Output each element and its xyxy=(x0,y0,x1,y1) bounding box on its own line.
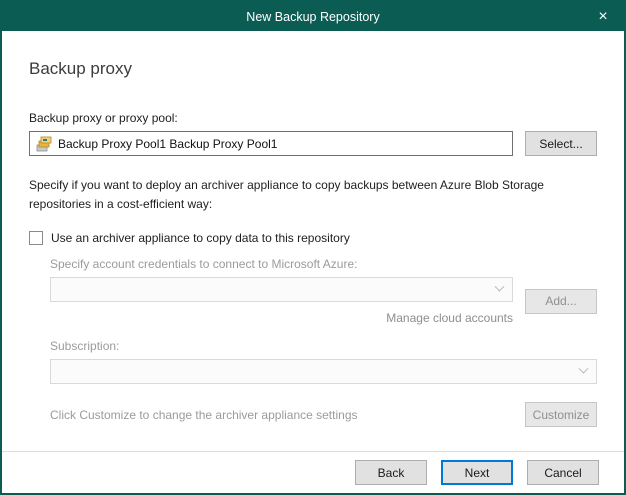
new-backup-repository-dialog: New Backup Repository × Backup proxy Bac… xyxy=(0,0,626,495)
customize-row: Click Customize to change the archiver a… xyxy=(50,402,597,427)
archiver-checkbox-row[interactable]: Use an archiver appliance to copy data t… xyxy=(29,231,597,245)
archiver-checkbox[interactable] xyxy=(29,231,43,245)
proxy-pool-label: Backup proxy or proxy pool: xyxy=(29,111,597,125)
window-title: New Backup Repository xyxy=(246,10,379,24)
subscription-dropdown[interactable] xyxy=(50,359,597,384)
customize-hint: Click Customize to change the archiver a… xyxy=(50,408,358,422)
credentials-row: Manage cloud accounts Add... xyxy=(50,277,597,325)
chevron-down-icon xyxy=(579,364,589,374)
archiver-description: Specify if you want to deploy an archive… xyxy=(29,176,597,213)
select-button[interactable]: Select... xyxy=(525,131,597,156)
proxy-pool-value: Backup Proxy Pool1 Backup Proxy Pool1 xyxy=(58,137,277,151)
titlebar: New Backup Repository × xyxy=(2,2,624,31)
customize-button[interactable]: Customize xyxy=(525,402,597,427)
manage-cloud-accounts-link[interactable]: Manage cloud accounts xyxy=(386,311,513,325)
proxy-pool-row: Backup Proxy Pool1 Backup Proxy Pool1 Se… xyxy=(29,131,597,156)
close-icon[interactable]: × xyxy=(582,2,624,31)
add-button[interactable]: Add... xyxy=(525,289,597,314)
proxy-pool-input[interactable]: Backup Proxy Pool1 Backup Proxy Pool1 xyxy=(29,131,513,156)
cancel-button[interactable]: Cancel xyxy=(527,460,599,485)
archiver-settings-section: Specify account credentials to connect t… xyxy=(50,257,597,427)
credentials-dropdown[interactable] xyxy=(50,277,513,302)
chevron-down-icon xyxy=(495,282,505,292)
next-button[interactable]: Next xyxy=(441,460,513,485)
footer: Back Next Cancel xyxy=(2,451,624,493)
archiver-checkbox-label: Use an archiver appliance to copy data t… xyxy=(51,231,350,245)
page-title: Backup proxy xyxy=(29,59,597,79)
proxy-pool-icon xyxy=(36,136,52,152)
credentials-column: Manage cloud accounts xyxy=(50,277,513,325)
credentials-label: Specify account credentials to connect t… xyxy=(50,257,597,271)
subscription-label: Subscription: xyxy=(50,339,597,353)
back-button[interactable]: Back xyxy=(355,460,427,485)
dialog-content: Backup proxy Backup proxy or proxy pool:… xyxy=(2,31,624,451)
